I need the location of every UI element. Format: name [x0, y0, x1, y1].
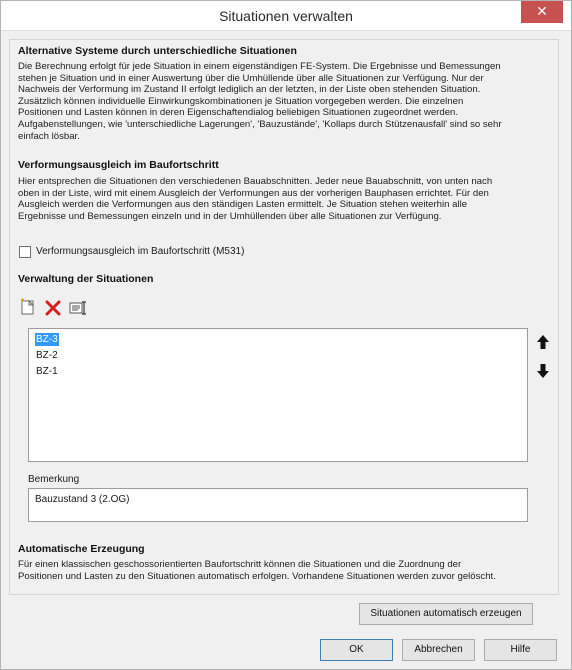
deformation-checkbox-label[interactable]: Verformungsausgleich im Baufortschritt (… — [36, 246, 244, 257]
rename-icon — [69, 301, 86, 315]
remark-label: Bemerkung — [28, 474, 80, 485]
text-line: Die Berechnung erfolgt für jede Situatio… — [18, 61, 501, 72]
delete-x-icon — [45, 300, 61, 316]
content-panel: Alternative Systeme durch unterschiedlic… — [9, 39, 559, 595]
deformation-checkbox[interactable] — [19, 246, 31, 258]
list-item[interactable]: BZ-1 — [35, 365, 59, 378]
automatic-text: Für einen klassischen geschossorientiert… — [18, 559, 550, 582]
move-down-button[interactable] — [533, 361, 553, 381]
section-heading-management: Verwaltung der Situationen — [18, 273, 154, 285]
text-line: Aufgabenstellungen, wie 'unterschiedlich… — [18, 118, 502, 130]
delete-situation-button[interactable] — [43, 298, 63, 318]
text-line: Zusätzlich können individuelle Einwirkun… — [18, 95, 464, 107]
situations-listbox[interactable]: BZ-3 BZ-2 BZ-1 — [28, 328, 528, 462]
text-line: Ausgleich werden die Verformungen aus de… — [18, 199, 468, 211]
section-heading-automatic: Automatische Erzeugung — [18, 543, 145, 555]
section-heading-deformation: Verformungsausgleich im Baufortschritt — [18, 159, 219, 171]
dialog-window: Situationen verwalten ✕ Alternative Syst… — [0, 0, 572, 670]
move-up-button[interactable] — [533, 332, 553, 352]
text-line: Positionen und Lasten können in deren Ei… — [18, 107, 459, 119]
help-button[interactable]: Hilfe — [484, 639, 557, 661]
deformation-text: Hier entsprechen die Situationen den ver… — [18, 176, 550, 222]
ok-button[interactable]: OK — [320, 639, 393, 661]
window-title: Situationen verwalten — [219, 8, 353, 24]
new-situation-button[interactable] — [18, 298, 38, 318]
rename-situation-button[interactable] — [68, 298, 88, 318]
new-document-icon — [21, 298, 35, 315]
arrow-up-icon — [537, 335, 549, 349]
text-line: oben in der Liste, wird mit einem Ausgle… — [18, 187, 489, 199]
text-line: Positionen und Lasten zu den Situationen… — [18, 570, 496, 582]
remark-field[interactable]: Bauzustand 3 (2.OG) — [28, 488, 528, 522]
list-item[interactable]: BZ-3 — [35, 333, 59, 346]
text-line: Hier entsprechen die Situationen den ver… — [18, 176, 493, 187]
text-line: Ergebnisse und Bemessungen einzeln und i… — [18, 210, 442, 222]
alternative-systems-text: Die Berechnung erfolgt für jede Situatio… — [18, 61, 550, 142]
cancel-button[interactable]: Abbrechen — [402, 639, 475, 661]
text-line: stehen je Situation und in einer Auswert… — [18, 72, 484, 84]
close-button[interactable]: ✕ — [521, 1, 563, 23]
list-item[interactable]: BZ-2 — [35, 349, 59, 362]
text-line: Für einen klassischen geschossorientiert… — [18, 559, 462, 570]
text-line: Nachweis der Verformung im Zustand II er… — [18, 84, 481, 96]
auto-create-button[interactable]: Situationen automatisch erzeugen — [359, 603, 533, 625]
arrow-down-icon — [537, 364, 549, 378]
title-bar: Situationen verwalten ✕ — [1, 1, 571, 31]
text-line: einfach lösbar. — [18, 130, 80, 142]
section-heading-alternative-systems: Alternative Systeme durch unterschiedlic… — [18, 45, 297, 57]
